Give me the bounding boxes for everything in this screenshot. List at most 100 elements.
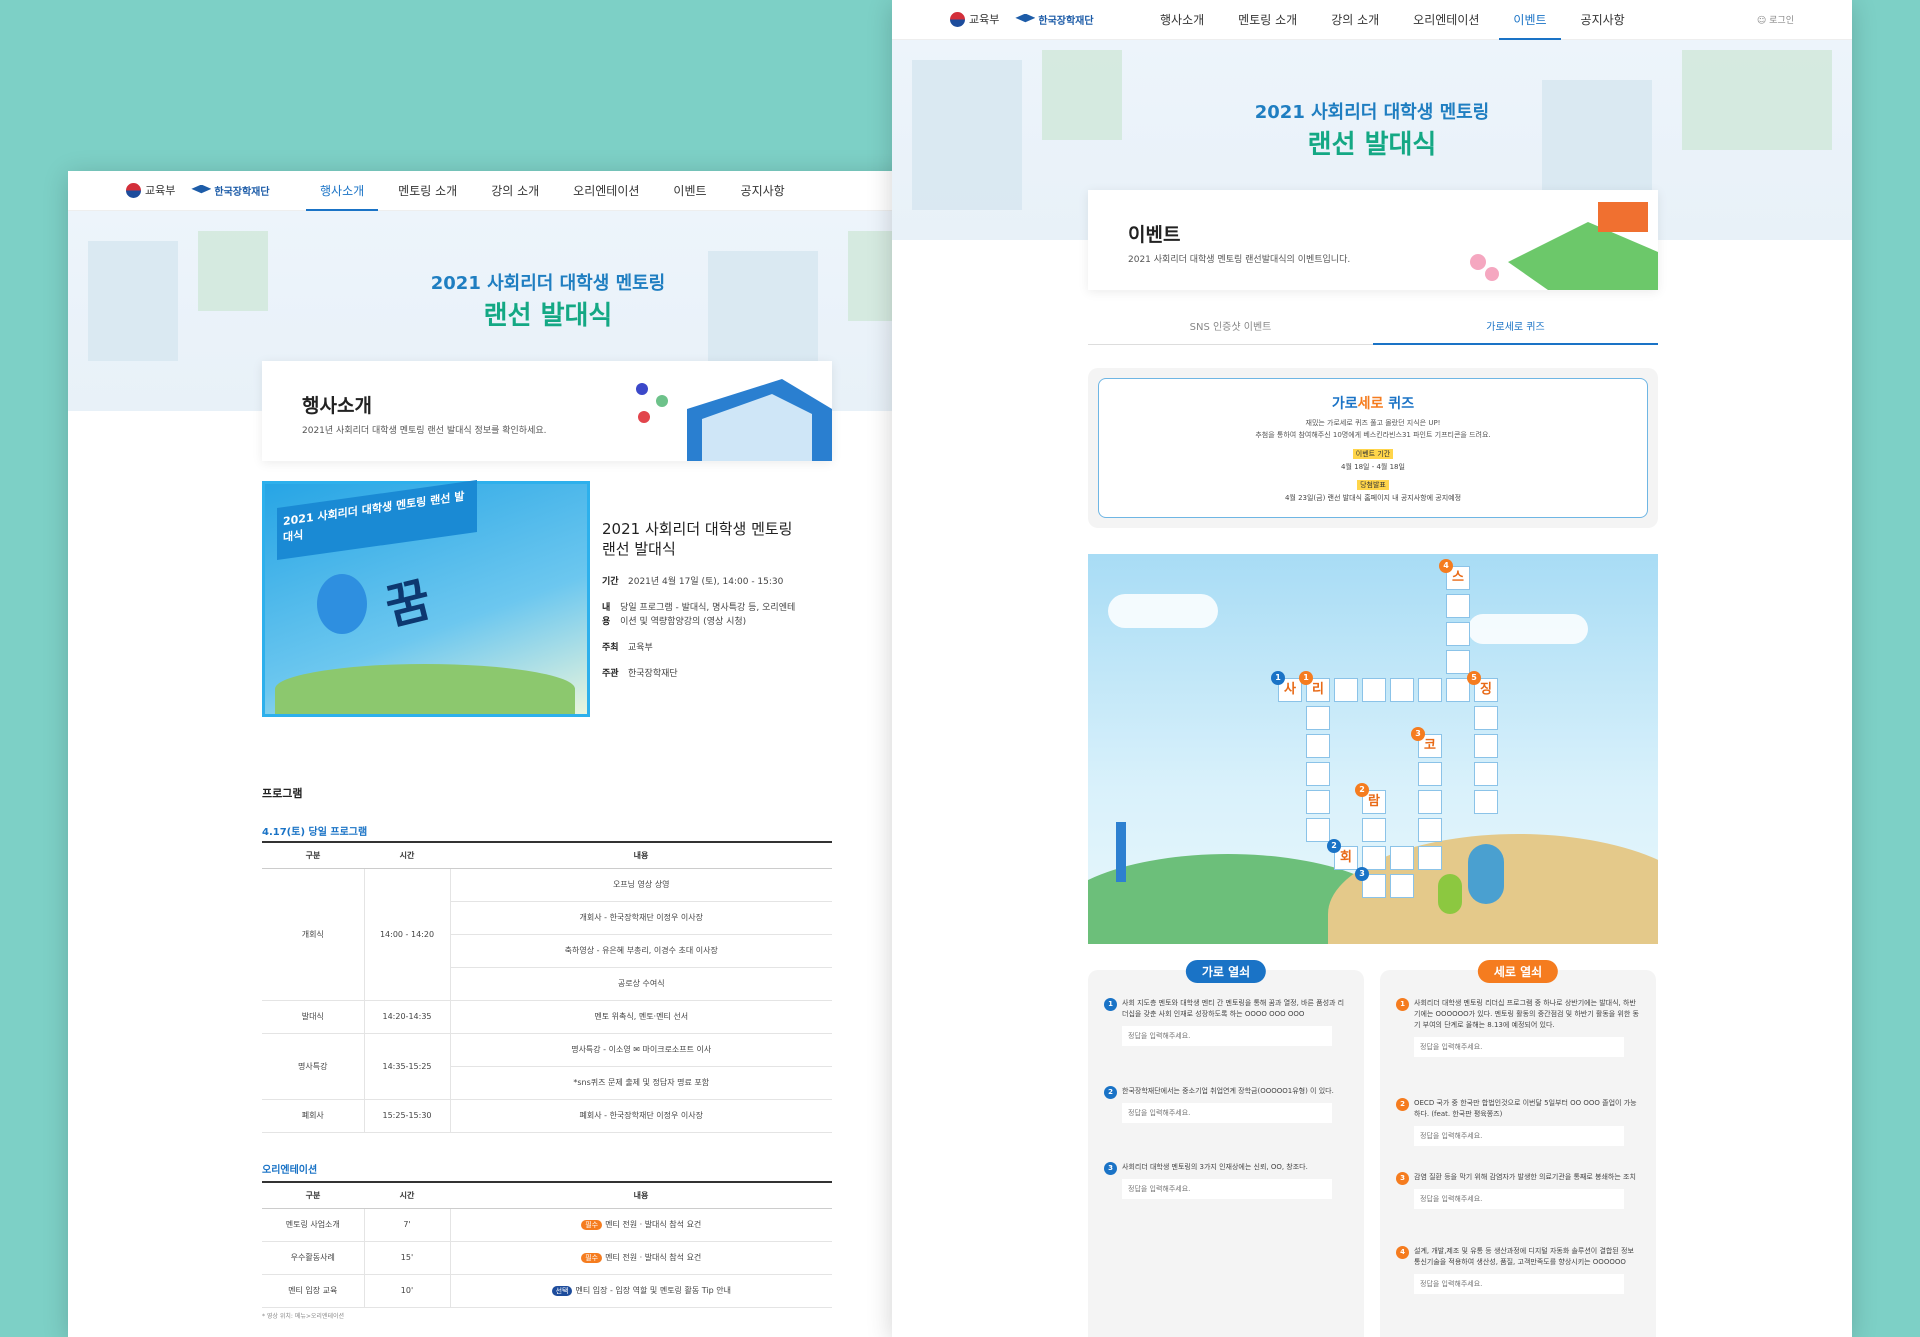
crossword-cell[interactable] [1362,678,1386,702]
menu-event[interactable]: 이벤트 [1499,0,1561,40]
crossword-cell[interactable] [1362,818,1386,842]
moe-logo[interactable]: 교육부 [950,11,999,27]
crossword-cell[interactable] [1306,734,1330,758]
clue-text: 사회리더 대학생 멘토링의 3가지 인재상에는 신뢰, OO, 창조다. [1122,1163,1308,1171]
crossword-cell[interactable] [1306,706,1330,730]
cell-text: 멘티 전원 · 발대식 참석 요건 [605,1220,702,1229]
clue-number-marker: 3 [1355,867,1369,881]
crossword-cell[interactable] [1334,678,1358,702]
required-badge: 필수 [581,1220,603,1230]
crossword-cell[interactable] [1306,762,1330,786]
answer-input[interactable] [1122,1026,1332,1046]
hero-subtitle: 랜선 발대식 [483,301,613,331]
moe-logo[interactable]: 교육부 [126,182,175,198]
cell: 오프닝 영상 상영 [450,868,832,902]
clue-number-marker: 5 [1467,671,1481,685]
menu-notice[interactable]: 공지사항 [741,171,785,211]
menu-mentoring-intro[interactable]: 멘토링 소개 [1238,0,1297,40]
taeguk-icon [950,11,965,27]
crossword-cell[interactable] [1446,622,1470,646]
crossword-cell[interactable] [1418,762,1442,786]
kosaf-logo[interactable]: 한국장학재단 [191,183,270,198]
crossword-cell[interactable] [1418,678,1442,702]
info-row: 주최 교육부 [602,641,653,655]
quiz-title: 가로세로 퀴즈 [1099,393,1647,413]
tab-crossword-quiz[interactable]: 가로세로 퀴즈 [1373,318,1658,345]
menu-notice[interactable]: 공지사항 [1581,0,1625,40]
tab-sns-event[interactable]: SNS 인증샷 이벤트 [1088,318,1373,345]
crossword-cell[interactable] [1306,818,1330,842]
crossword-board: 스사리징코람회41153223 [1088,554,1658,944]
menu-lecture-intro[interactable]: 강의 소개 [1331,0,1379,40]
cell: *sns퀴즈 문제 출제 및 정답자 명료 포함 [450,1066,832,1100]
th: 내용 [450,841,832,869]
section-title: 행사소개 [302,395,372,417]
menu-mentoring-intro[interactable]: 멘토링 소개 [398,171,457,211]
crossword-cell[interactable] [1474,734,1498,758]
answer-input[interactable] [1122,1179,1332,1199]
info-key: 내용 [602,603,611,627]
cell: 14:00 - 14:20 [364,868,451,1001]
answer-input[interactable] [1122,1103,1332,1123]
menu-orientation[interactable]: 오리엔테이션 [1413,0,1479,40]
crossword-cell[interactable] [1446,650,1470,674]
crossword-cell[interactable] [1418,818,1442,842]
answer-input[interactable] [1414,1189,1624,1209]
top-nav: 교육부 한국장학재단 행사소개 멘토링 소개 강의 소개 오리엔테이션 이벤트 … [892,0,1852,40]
across-clues-panel: 가로 열쇠 1 사회 지도층 멘토와 대학생 멘티 간 멘토링을 통해 꿈과 열정… [1088,960,1364,1337]
kosaf-logo[interactable]: 한국장학재단 [1015,12,1094,27]
optional-badge: 선택 [551,1286,573,1296]
answer-input[interactable] [1414,1274,1624,1294]
crossword-cell[interactable] [1474,762,1498,786]
lighthouse [1116,822,1126,882]
kosaf-label: 한국장학재단 [1038,15,1094,27]
th: 시간 [364,1181,450,1209]
login-link[interactable]: ☺ 로그인 [1757,13,1794,26]
crossword-cell[interactable] [1474,790,1498,814]
down-clue: 1 사회리더 대학생 멘토링 리더십 프로그램 중 하나로 상반기에는 발대식, … [1396,998,1640,1057]
day-program-heading: 4.17(토) 당일 프로그램 [262,827,368,838]
answer-input[interactable] [1414,1037,1624,1057]
program-heading: 프로그램 [262,787,303,800]
clue-text: 사회리더 대학생 멘토링 리더십 프로그램 중 하나로 상반기에는 발대식, 하… [1414,999,1639,1029]
quiz-title-across: 가로 [1331,396,1358,412]
right-page-window: 교육부 한국장학재단 행사소개 멘토링 소개 강의 소개 오리엔테이션 이벤트 … [892,0,1852,1337]
crossword-cell[interactable] [1390,678,1414,702]
table-row: 개회식 14:00 - 14:20 오프닝 영상 상영 [262,868,832,1001]
crossword-cell[interactable] [1362,846,1386,870]
event-illustration [1470,202,1658,290]
cell: 폐회사 [262,1099,365,1133]
crossword-cell[interactable] [1390,846,1414,870]
crossword-cell[interactable] [1306,790,1330,814]
crossword-cell[interactable] [1446,594,1470,618]
menu-event[interactable]: 이벤트 [673,171,706,211]
info-key: 주최 [602,643,619,653]
cell: 멘티 입장 교육 [262,1274,365,1308]
hero-title: 2021 사회리더 대학생 멘토링 [1254,102,1490,123]
crossword-cell[interactable] [1418,790,1442,814]
menu-event-intro[interactable]: 행사소개 [1160,0,1204,40]
clue-number: 2 [1396,1098,1409,1111]
crossword-cell[interactable] [1390,874,1414,898]
across-clue: 3 사회리더 대학생 멘토링의 3가지 인재상에는 신뢰, OO, 창조다. [1104,1162,1348,1199]
crossword-cell[interactable] [1418,846,1442,870]
clue-number-marker: 1 [1271,671,1285,685]
th: 내용 [450,1181,832,1209]
th: 시간 [364,841,450,869]
quiz-desc: 재밌는 가로세로 퀴즈 풀고 몰랐던 지식은 UP! 추첨을 통하여 참여해주신 … [1099,417,1647,441]
quiz-info-inner: 가로세로 퀴즈 재밌는 가로세로 퀴즈 풀고 몰랐던 지식은 UP! 추첨을 통하… [1098,378,1648,518]
down-clue: 3 감염 질환 등을 막기 위해 감염자가 발생한 의료기관을 통째로 봉쇄하는 … [1396,1172,1640,1209]
menu-lecture-intro[interactable]: 강의 소개 [491,171,539,211]
crossword-cell[interactable] [1446,678,1470,702]
crossword-cell[interactable] [1474,706,1498,730]
cell: 우수활동사례 [262,1241,365,1275]
table-header: 구분 시간 내용 [262,841,832,869]
event-info-title: 2021 사회리더 대학생 멘토링 랜선 발대식 [602,520,793,558]
answer-input[interactable] [1414,1126,1624,1146]
menu-event-intro[interactable]: 행사소개 [305,171,379,211]
clue-number: 2 [1104,1086,1117,1099]
clue-number-marker: 1 [1299,671,1313,685]
menu-orientation[interactable]: 오리엔테이션 [573,171,639,211]
graduation-cap-icon [191,184,212,194]
hero-title: 2021 사회리더 대학생 멘토링 [430,273,666,294]
